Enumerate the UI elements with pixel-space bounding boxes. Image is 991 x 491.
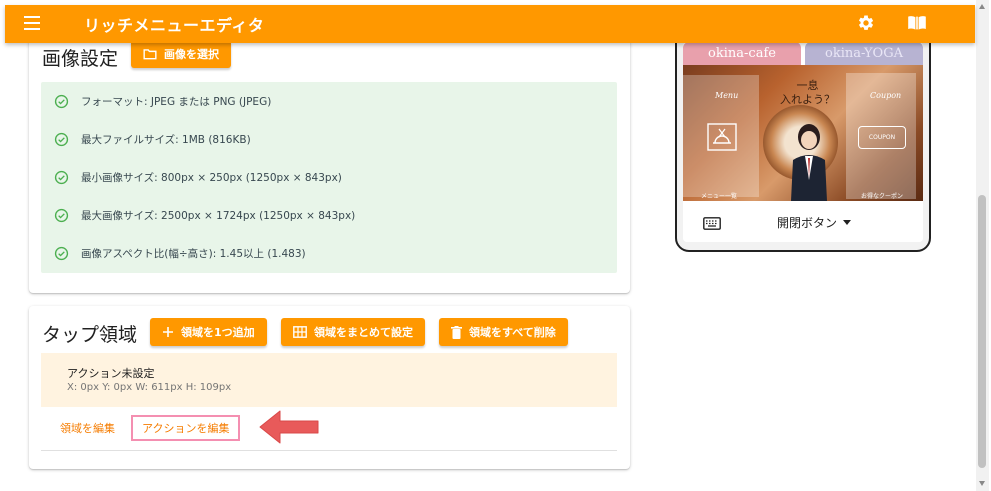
preview-tab-cafe[interactable]: okina-cafe xyxy=(683,42,801,65)
preview-tabs: okina-cafe okina-YOGA xyxy=(683,42,923,65)
tap-area-title: タップ領域 xyxy=(42,324,138,346)
check-circle-icon xyxy=(54,208,69,223)
trash-icon xyxy=(451,325,462,339)
caret-down-icon xyxy=(843,220,852,225)
scrollbar-thumb[interactable] xyxy=(978,195,986,468)
image-settings-title: 画像設定 xyxy=(42,48,119,70)
phone-preview: okina-cafe okina-YOGA Menu Coupon COUPON… xyxy=(675,20,931,252)
check-text: 最大ファイルサイズ: 1MB (816KB) xyxy=(81,134,251,146)
gear-icon[interactable] xyxy=(857,14,875,36)
add-area-button[interactable]: 領域を1つ追加 xyxy=(150,318,267,346)
rich-menu-image[interactable]: Menu Coupon COUPON 一息 入れよう？ メニュー一覧 お得なクー… xyxy=(683,65,923,201)
folder-icon xyxy=(143,49,157,60)
edit-area-button[interactable]: 領域を編集 xyxy=(52,415,123,441)
red-arrow-icon xyxy=(256,406,322,452)
coupon-script-label: Coupon xyxy=(870,91,902,100)
scroll-down-icon[interactable] xyxy=(979,481,985,486)
app-bar: リッチメニューエディタ xyxy=(5,5,975,43)
area-item[interactable]: アクション未設定 X: 0px Y: 0px W: 611px H: 109px xyxy=(41,353,617,407)
headline-line-1: 一息 xyxy=(796,79,819,92)
keyboard-icon[interactable] xyxy=(703,215,721,234)
requirements-checklist: フォーマット: JPEG または PNG (JPEG) 最大ファイルサイズ: 1… xyxy=(41,82,617,273)
menu-toggle-label: 開閉ボタン xyxy=(777,216,838,230)
check-circle-icon xyxy=(54,246,69,261)
headline: 一息 入れよう？ xyxy=(780,79,835,107)
menu-toggle-button[interactable]: 開閉ボタン xyxy=(777,214,852,231)
check-text: フォーマット: JPEG または PNG (JPEG) xyxy=(81,96,272,108)
dish-icon xyxy=(707,123,737,151)
menu-icon[interactable] xyxy=(24,16,40,32)
delete-all-areas-button[interactable]: 領域をすべて削除 xyxy=(439,318,568,346)
book-icon[interactable] xyxy=(907,15,927,35)
grid-icon xyxy=(293,326,307,338)
coupon-box: COUPON xyxy=(858,126,906,149)
check-item-filesize: 最大ファイルサイズ: 1MB (816KB) xyxy=(54,132,251,147)
area-coordinates: X: 0px Y: 0px W: 611px H: 109px xyxy=(67,382,232,393)
page-scrollbar[interactable] xyxy=(976,0,989,491)
check-item-min-size: 最小画像サイズ: 800px × 250px (1250px × 843px) xyxy=(54,170,342,185)
check-circle-icon xyxy=(54,170,69,185)
check-item-aspect: 画像アスペクト比(幅÷高さ): 1.45以上 (1.483) xyxy=(54,246,306,261)
add-area-label: 領域を1つ追加 xyxy=(181,326,255,339)
select-image-button[interactable]: 画像を選択 xyxy=(131,40,231,68)
edit-action-button[interactable]: アクションを編集 xyxy=(131,415,241,441)
check-text: 最小画像サイズ: 800px × 250px (1250px × 843px) xyxy=(81,172,342,184)
action-status: アクション未設定 xyxy=(67,367,155,380)
plus-icon xyxy=(163,327,173,337)
menu-script-label: Menu xyxy=(715,91,739,100)
check-item-format: フォーマット: JPEG または PNG (JPEG) xyxy=(54,94,271,109)
preview-tab-yoga[interactable]: okina-YOGA xyxy=(805,42,923,65)
caption-coupon: お得なクーポン xyxy=(861,193,904,200)
headline-line-2: 入れよう？ xyxy=(780,93,835,106)
chat-bottom-bar: 開閉ボタン xyxy=(683,201,923,242)
chat-preview: okina-cafe okina-YOGA Menu Coupon COUPON… xyxy=(683,42,923,242)
check-circle-icon xyxy=(54,132,69,147)
select-image-label: 画像を選択 xyxy=(164,48,219,61)
scroll-up-icon[interactable] xyxy=(979,4,985,9)
app-title: リッチメニューエディタ xyxy=(84,16,265,35)
check-text: 画像アスペクト比(幅÷高さ): 1.45以上 (1.483) xyxy=(81,248,306,260)
bulk-set-areas-button[interactable]: 領域をまとめて設定 xyxy=(281,318,425,346)
caption-menu: メニュー一覧 xyxy=(701,193,738,200)
check-item-max-size: 最大画像サイズ: 2500px × 1724px (1250px × 843px… xyxy=(54,208,355,223)
bulk-set-areas-label: 領域をまとめて設定 xyxy=(314,326,413,339)
character-illustration xyxy=(791,124,827,201)
divider xyxy=(41,450,617,451)
check-text: 最大画像サイズ: 2500px × 1724px (1250px × 843px… xyxy=(81,210,356,222)
check-circle-icon xyxy=(54,94,69,109)
delete-all-areas-label: 領域をすべて削除 xyxy=(469,326,556,339)
